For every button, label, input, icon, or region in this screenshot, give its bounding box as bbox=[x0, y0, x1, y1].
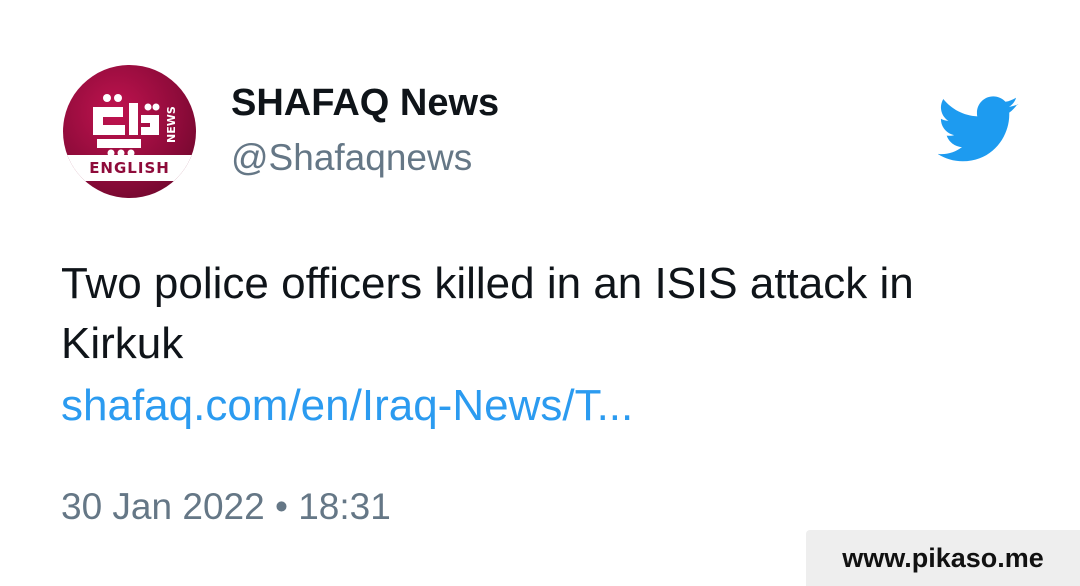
author-handle[interactable]: @Shafaqnews bbox=[231, 136, 472, 180]
avatar[interactable]: NEWS ENGLISH bbox=[63, 65, 196, 198]
tweet-timestamp[interactable]: 30 Jan 2022 • 18:31 bbox=[61, 484, 391, 530]
author-display-name[interactable]: SHAFAQ News bbox=[231, 80, 499, 126]
tweet-text: Two police officers killed in an ISIS at… bbox=[61, 259, 914, 368]
tweet-card: NEWS ENGLISH SHAFAQ News @Shafaqnews Two… bbox=[0, 0, 1080, 586]
twitter-bird-icon[interactable] bbox=[938, 96, 1020, 164]
watermark: www.pikaso.me bbox=[806, 530, 1080, 586]
avatar-label: ENGLISH bbox=[89, 159, 170, 177]
tweet-link[interactable]: shafaq.com/en/Iraq-News/T... bbox=[61, 376, 633, 436]
svg-text:NEWS: NEWS bbox=[165, 106, 178, 143]
watermark-text: www.pikaso.me bbox=[842, 543, 1044, 573]
